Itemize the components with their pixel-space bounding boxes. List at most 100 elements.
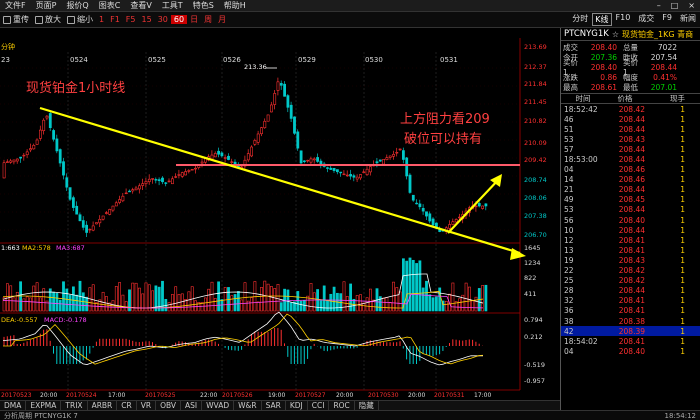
macd-value: MACD:-0.178	[44, 316, 87, 324]
news-button[interactable]: 新闻	[676, 13, 700, 26]
zoom-in-button[interactable]: 放大	[32, 14, 64, 25]
menu-chart[interactable]: 图表C	[94, 0, 126, 11]
tick-qty: 1	[680, 114, 685, 124]
tick-row[interactable]: 57 208.44 1	[561, 144, 700, 154]
volume-bar	[213, 298, 217, 312]
menu-quote[interactable]: 报价Q	[61, 0, 93, 11]
indicator-tab[interactable]: ROC	[329, 401, 355, 410]
tick-row[interactable]: 22 208.42 1	[561, 266, 700, 276]
tick-row[interactable]: 18:53:00 208.44 1	[561, 154, 700, 164]
tick-row[interactable]: 12 208.41 1	[561, 235, 700, 245]
candle-body	[19, 156, 23, 159]
tick-row[interactable]: 53 208.43 1	[561, 134, 700, 144]
indicator-tab[interactable]: TRIX	[61, 401, 88, 410]
period-f5[interactable]: F5	[123, 15, 139, 24]
tick-row[interactable]: 18:52:42 208.42 1	[561, 104, 700, 114]
candle-body	[131, 189, 135, 192]
kline-chart[interactable]: 分钟 23 0524 0525 0526 0529 0530 0531 213.…	[0, 28, 560, 400]
candle-body	[180, 172, 184, 177]
period-week[interactable]: 周	[201, 14, 215, 25]
macd-dea: DEA:-0.557	[1, 316, 38, 324]
tick-row[interactable]: 46 208.44 1	[561, 114, 700, 124]
tick-row[interactable]: 32 208.41 1	[561, 296, 700, 306]
period-month[interactable]: 月	[215, 14, 229, 25]
volume-bar	[276, 284, 280, 312]
tick-price: 208.44	[618, 155, 645, 165]
volume-bar	[217, 281, 221, 312]
period-1[interactable]: 1	[96, 15, 107, 24]
favorite-star-icon[interactable]: ☆	[612, 30, 619, 39]
kline-button[interactable]: K线	[592, 13, 612, 26]
tick-list[interactable]: 18:52:42 208.42 1 46 208.44 1 51 208.44 1 53 208.4…	[561, 104, 700, 356]
menu-page[interactable]: 页面P	[31, 0, 62, 11]
indicator-tab[interactable]: SAR	[262, 401, 286, 410]
indicator-tab[interactable]: KDJ	[286, 401, 308, 410]
indicator-tab[interactable]: DMA	[0, 401, 27, 410]
zoom-out-button[interactable]: 缩小	[64, 14, 96, 25]
tick-row[interactable]: 10 208.44 1	[561, 225, 700, 235]
tick-row[interactable]: 38 208.38 1	[561, 316, 700, 326]
chart-area[interactable]: 分钟 23 0524 0525 0526 0529 0530 0531 213.…	[0, 28, 560, 410]
tick-row[interactable]: 28 208.44 1	[561, 286, 700, 296]
tick-row[interactable]: 51 208.44 1	[561, 124, 700, 134]
date-label: 23	[1, 56, 10, 64]
tick-row[interactable]: 18:54:02 208.41 1	[561, 336, 700, 346]
tick-row[interactable]: 14 208.46 1	[561, 175, 700, 185]
reload-button[interactable]: 重传	[0, 14, 32, 25]
indicator-tab[interactable]: 隐藏	[355, 401, 379, 410]
f10-button[interactable]: F10	[612, 13, 635, 26]
indicator-tab[interactable]: EXPMA	[26, 401, 62, 410]
candle-body	[151, 178, 155, 180]
tick-row[interactable]: 21 208.44 1	[561, 185, 700, 195]
tick-row[interactable]: 13 208.41 1	[561, 245, 700, 255]
menu-view[interactable]: 查看V	[125, 0, 156, 11]
volume-bar	[385, 297, 389, 312]
quote-value: 208.61	[590, 82, 617, 92]
f9-button[interactable]: F9	[658, 13, 676, 26]
candle-body	[164, 182, 168, 184]
tick-row[interactable]: 25 208.42 1	[561, 276, 700, 286]
trades-button[interactable]: 成交	[634, 13, 658, 26]
indicator-tab[interactable]: CR	[117, 401, 137, 410]
volume-bar	[362, 302, 366, 312]
volume-bar	[471, 300, 475, 312]
tick-row[interactable]: 36 208.41 1	[561, 306, 700, 316]
indicator-tab[interactable]: ARBR	[88, 401, 118, 410]
indicator-tab[interactable]: CCI	[308, 401, 330, 410]
close-icon[interactable]: ×	[683, 1, 700, 10]
tick-row[interactable]: 53 208.44 1	[561, 205, 700, 215]
indicator-tab[interactable]: ASI	[181, 401, 203, 410]
candle-body	[62, 161, 65, 176]
volume-bar	[388, 302, 392, 312]
time-label: 20:00	[40, 392, 57, 399]
period-f1[interactable]: F1	[107, 15, 123, 24]
menu-tools[interactable]: 工具T	[157, 0, 188, 11]
candle-body	[35, 139, 39, 145]
menu-help[interactable]: 帮助H	[219, 0, 251, 11]
timeshare-button[interactable]: 分时	[568, 13, 592, 26]
candle-body	[223, 157, 227, 159]
tick-row[interactable]: 19 208.43 1	[561, 255, 700, 265]
maximize-icon[interactable]: □	[666, 1, 684, 10]
candle-body	[266, 114, 270, 122]
indicator-tab[interactable]: WVAD	[202, 401, 235, 410]
minimize-icon[interactable]: –	[652, 1, 666, 10]
tick-row[interactable]: 49 208.45 1	[561, 195, 700, 205]
chart-title-annotation: 现货铂金1小时线	[26, 80, 125, 96]
time-label: 20170525	[145, 392, 176, 399]
candle-body	[405, 157, 409, 177]
period-day[interactable]: 日	[187, 14, 201, 25]
menu-file[interactable]: 文件F	[0, 0, 31, 11]
tick-qty: 1	[680, 296, 685, 306]
tick-row[interactable]: 42 208.39 1	[561, 326, 700, 337]
indicator-tab[interactable]: OBV	[156, 401, 182, 410]
menu-special[interactable]: 特色S	[188, 0, 219, 11]
indicator-tab[interactable]: VR	[137, 401, 157, 410]
tick-row[interactable]: 04 208.40 1	[561, 346, 700, 356]
period-15[interactable]: 15	[139, 15, 155, 24]
period-30[interactable]: 30	[155, 15, 171, 24]
period-60[interactable]: 60	[170, 15, 188, 24]
indicator-tab[interactable]: W&R	[234, 401, 262, 410]
tick-row[interactable]: 56 208.40 1	[561, 215, 700, 225]
tick-row[interactable]: 04 208.46 1	[561, 165, 700, 175]
